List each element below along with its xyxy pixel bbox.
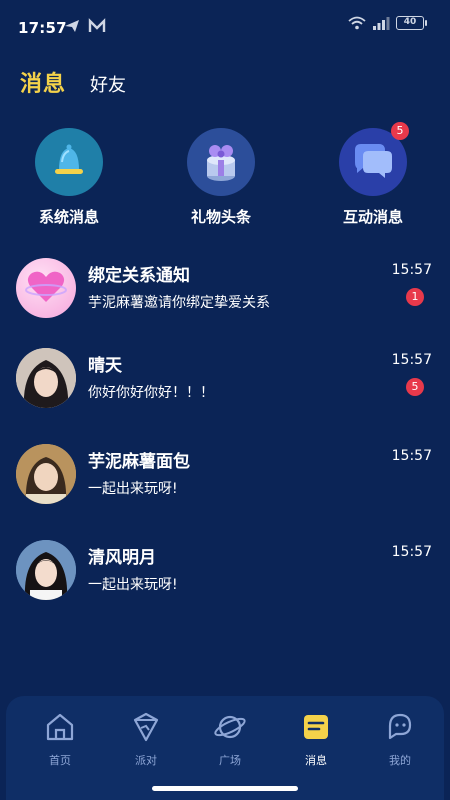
user-photo-avatar — [16, 348, 76, 408]
category-system-messages[interactable]: 系统消息 — [14, 128, 124, 227]
party-icon — [133, 712, 159, 742]
bottom-nav: 首页 派对 广场 消息 我的 — [6, 696, 444, 800]
unread-badge: 5 — [391, 122, 409, 140]
message-preview: 一起出来玩呀! — [88, 481, 178, 497]
contact-name: 绑定关系通知 — [88, 266, 190, 286]
message-time: 15:57 — [391, 352, 432, 368]
tab-friends[interactable]: 好友 — [90, 71, 126, 97]
tab-messages[interactable]: 消息 — [20, 66, 66, 98]
nav-item-messages[interactable]: 消息 — [286, 710, 346, 768]
status-time: 17:57 — [18, 19, 67, 37]
nav-label: 派对 — [135, 754, 157, 767]
unread-badge: 1 — [406, 288, 424, 306]
message-time: 15:57 — [391, 448, 432, 464]
nav-label: 消息 — [305, 754, 327, 767]
home-indicator — [152, 786, 298, 791]
chat-bubbles-icon: 5 — [339, 122, 409, 196]
user-photo-avatar — [16, 444, 76, 504]
pink-heart-avatar — [16, 258, 76, 318]
nav-label: 我的 — [389, 754, 411, 767]
list-item-qingtian[interactable]: 晴天 你好你好你好！！！ 15:57 5 — [16, 348, 436, 428]
list-item-yuni-bread[interactable]: 芋泥麻薯面包 一起出来玩呀! 15:57 — [16, 444, 436, 524]
message-time: 15:57 — [391, 544, 432, 560]
nav-item-plaza[interactable]: 广场 — [200, 710, 260, 768]
user-photo-avatar — [16, 540, 76, 600]
nav-item-profile[interactable]: 我的 — [370, 710, 430, 768]
category-interaction-messages[interactable]: 5 互动消息 — [318, 122, 428, 227]
category-gift-headlines[interactable]: 礼物头条 — [166, 128, 276, 227]
contact-name: 晴天 — [88, 356, 122, 376]
status-bar: 17:57 40 — [0, 0, 450, 58]
nav-item-party[interactable]: 派对 — [116, 710, 176, 768]
signal-icon — [373, 17, 390, 30]
nav-label: 广场 — [219, 754, 241, 767]
planet-icon — [214, 715, 246, 739]
status-app-icons — [64, 18, 106, 34]
contact-name: 清风明月 — [88, 548, 156, 568]
message-preview: 芋泥麻薯邀请你绑定挚爱关系 — [88, 295, 270, 311]
message-time: 15:57 — [391, 262, 432, 278]
contact-name: 芋泥麻薯面包 — [88, 452, 190, 472]
status-system-icons: 40 — [348, 16, 427, 30]
send-icon — [65, 20, 79, 32]
mail-m-icon — [88, 18, 106, 32]
battery-icon: 40 — [396, 16, 427, 30]
wifi-icon — [348, 16, 366, 30]
message-icon — [304, 715, 328, 739]
nav-item-home[interactable]: 首页 — [30, 710, 90, 768]
gift-box-icon — [187, 128, 255, 196]
list-item-bind-notice[interactable]: 绑定关系通知 芋泥麻薯邀请你绑定挚爱关系 15:57 1 — [16, 258, 436, 338]
nav-label: 首页 — [49, 754, 71, 767]
category-label: 系统消息 — [38, 208, 99, 226]
unread-badge: 5 — [406, 378, 424, 396]
list-item-qingfeng[interactable]: 清风明月 一起出来玩呀! 15:57 — [16, 540, 436, 620]
category-label: 互动消息 — [342, 208, 403, 226]
home-icon — [46, 713, 74, 741]
profile-icon — [388, 713, 412, 740]
message-preview: 你好你好你好！！！ — [88, 385, 214, 401]
bell-icon — [35, 128, 103, 196]
category-label: 礼物头条 — [190, 208, 251, 226]
message-preview: 一起出来玩呀! — [88, 577, 178, 593]
top-tabs: 消息 好友 — [20, 66, 126, 98]
